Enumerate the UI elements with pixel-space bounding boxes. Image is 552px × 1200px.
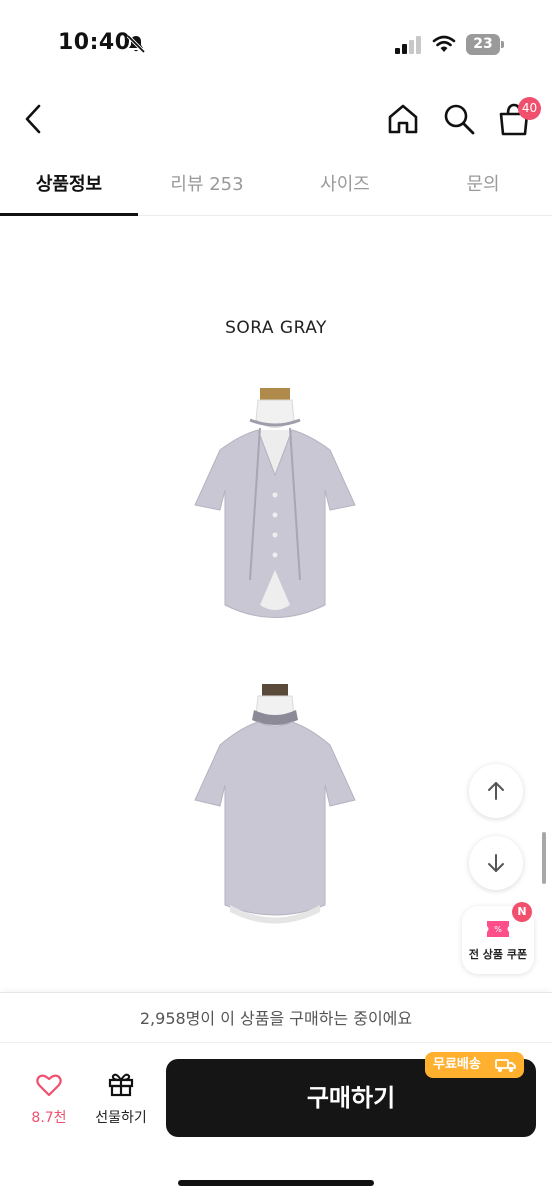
heart-icon xyxy=(36,1074,62,1097)
coupon-icon: % xyxy=(487,921,509,937)
cart-count-badge: 40 xyxy=(518,97,541,120)
active-tab-indicator xyxy=(0,213,138,216)
gift-label: 선물하기 xyxy=(95,1110,147,1126)
product-image-front xyxy=(194,388,356,618)
buyers-count-text: 2,958명이 이 상품을 구매하는 중이에요 xyxy=(0,993,552,1043)
search-icon[interactable] xyxy=(440,100,478,138)
bell-off-icon xyxy=(126,34,146,54)
arrow-down-icon xyxy=(488,854,504,872)
wifi-icon xyxy=(432,35,456,52)
product-color-heading: SORA GRAY xyxy=(225,318,327,338)
tab-size[interactable]: 사이즈 xyxy=(276,160,414,216)
back-button[interactable] xyxy=(18,100,48,138)
coupon-label: 전 상품 쿠폰 xyxy=(468,948,528,961)
gift-button[interactable]: 선물하기 xyxy=(88,1065,154,1131)
status-time: 10:40 xyxy=(58,30,131,55)
scroll-up-button[interactable] xyxy=(469,764,523,818)
product-tabs: 상품정보 리뷰 253 사이즈 문의 xyxy=(0,160,552,216)
battery-indicator: 23 xyxy=(466,34,504,55)
svg-text:%: % xyxy=(494,925,502,934)
free-shipping-badge: 무료배송 xyxy=(425,1052,524,1078)
home-icon[interactable] xyxy=(384,100,422,138)
signal-icon xyxy=(395,36,421,54)
arrow-up-icon xyxy=(488,782,504,800)
battery-level: 23 xyxy=(473,36,493,52)
chevron-left-icon xyxy=(25,104,41,134)
tab-product-info[interactable]: 상품정보 xyxy=(0,160,138,216)
truck-icon xyxy=(495,1059,516,1072)
tab-reviews[interactable]: 리뷰 253 xyxy=(138,160,276,216)
status-bar: 10:40 23 xyxy=(0,0,552,90)
tab-inquiry[interactable]: 문의 xyxy=(414,160,552,216)
scroll-down-button[interactable] xyxy=(469,836,523,890)
scrollbar[interactable] xyxy=(542,832,546,884)
coupon-new-badge: N xyxy=(512,902,532,922)
product-image-back xyxy=(194,684,356,924)
gift-icon xyxy=(108,1073,134,1097)
free-shipping-label: 무료배송 xyxy=(433,1057,481,1072)
like-count: 8.7천 xyxy=(31,1110,67,1126)
home-indicator xyxy=(178,1180,374,1186)
like-button[interactable]: 8.7천 xyxy=(18,1065,80,1131)
